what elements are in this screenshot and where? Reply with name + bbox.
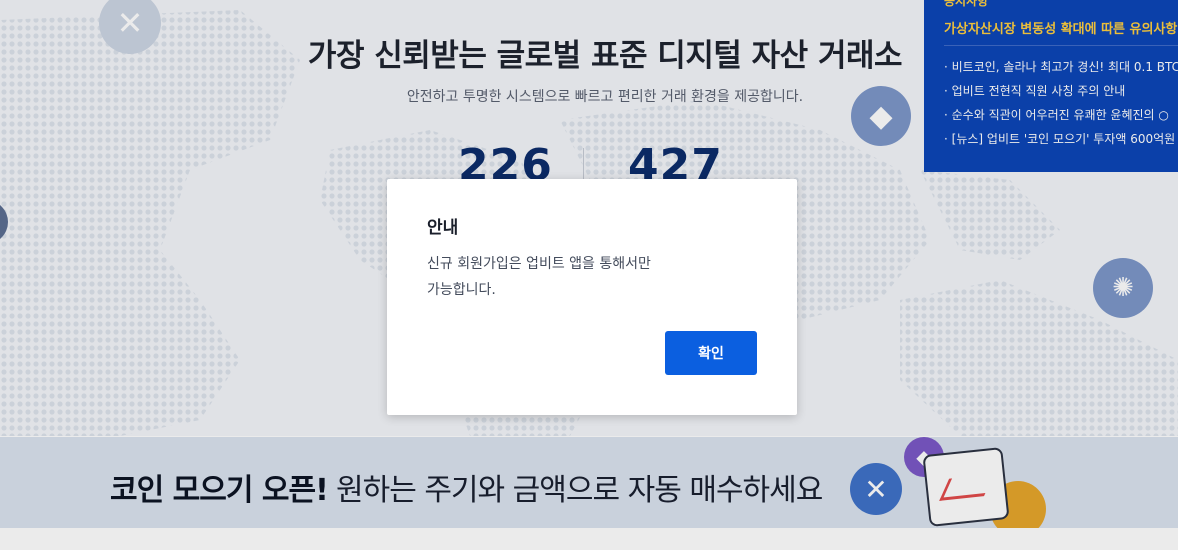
dialog-title: 안내 [427,218,459,238]
page: ✕ ◆ ✺ 가장 신뢰받는 글로벌 표준 디지털 자산 거래소 안전하고 투명한… [0,0,1178,550]
confirm-button[interactable]: 확인 [665,331,757,375]
dialog-message: 신규 회원가입은 업비트 앱을 통해서만 가능합니다. [427,251,717,303]
dialog-message-line: 신규 회원가입은 업비트 앱을 통해서만 [427,256,651,272]
dialog-message-line: 가능합니다. [427,282,496,298]
notice-dialog: 안내 신규 회원가입은 업비트 앱을 통해서만 가능합니다. 확인 [387,179,797,415]
